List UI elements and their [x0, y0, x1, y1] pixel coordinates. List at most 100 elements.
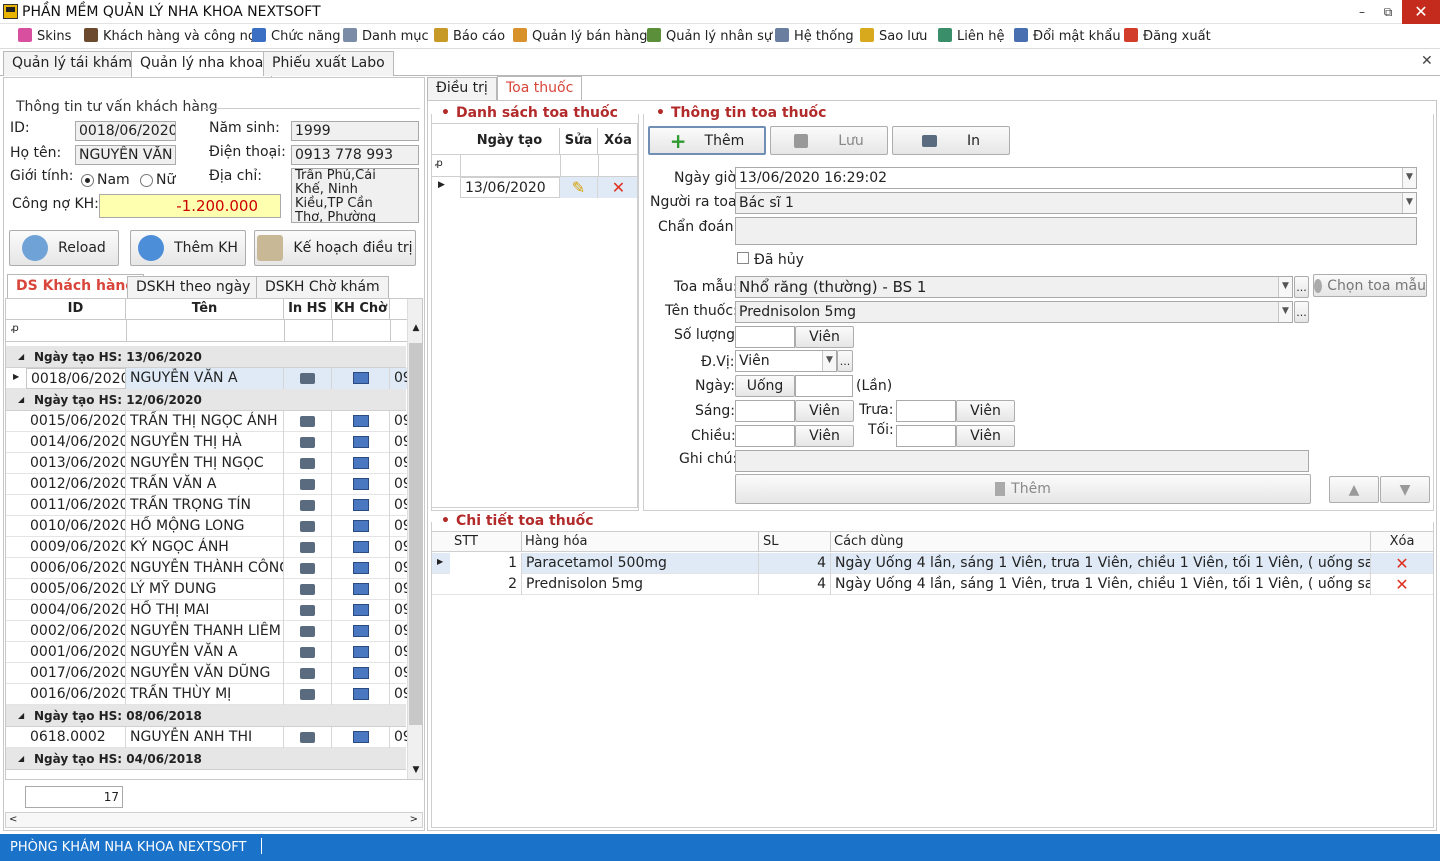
menu-key[interactable]: Đổi mật khẩu [1014, 28, 1121, 46]
rx-filter-row[interactable]: ꝓ [432, 154, 637, 177]
menu-gear[interactable]: Hệ thống [775, 28, 854, 46]
maximize-button[interactable]: ⧉ [1376, 3, 1400, 21]
table-row[interactable]: 0017/06/2020NGUYỄN VĂN DŨNG09 [6, 663, 410, 684]
morning-field[interactable] [735, 400, 795, 422]
route-button[interactable]: Uống [735, 375, 795, 397]
collapse-icon[interactable]: ◢ [18, 705, 24, 727]
treatment-plan-button[interactable]: Kế hoạch điều trị [254, 230, 416, 266]
waiting-list-icon[interactable] [332, 663, 390, 684]
template-field[interactable]: Nhổ răng (thường) - BS 1 ▼ [735, 276, 1293, 298]
table-row[interactable]: 0010/06/2020HỒ MỘNG LONG09 [6, 516, 410, 537]
col-kh-cho[interactable]: KH Chờ [332, 299, 390, 319]
menu-contact[interactable]: Liên hệ [938, 28, 1004, 46]
menu-staff[interactable]: Quản lý nhân sự [647, 28, 772, 46]
add-rx-button[interactable]: + Thêm [648, 126, 766, 155]
scroll-thumb[interactable] [409, 343, 422, 725]
close-tab-icon[interactable]: ✕ [1421, 53, 1433, 69]
waiting-list-icon[interactable] [332, 642, 390, 663]
menu-catalog[interactable]: Danh mục [343, 28, 429, 46]
group-row[interactable]: ◢ Ngày tạo HS: 04/06/2018 [6, 748, 406, 770]
times-per-day-field[interactable] [795, 375, 853, 397]
save-rx-button[interactable]: Lưu [770, 126, 888, 155]
tab-dskh-cho-kham[interactable]: DSKH Chờ khám [256, 276, 389, 298]
table-row[interactable]: 0005/06/2020LÝ MỸ DUNG09 [6, 579, 410, 600]
col-id[interactable]: ID [26, 299, 126, 319]
choose-template-button[interactable]: Chọn toa mẫu [1313, 274, 1427, 297]
tab-phieu-xuat-labo[interactable]: Phiếu xuất Labo [263, 51, 394, 76]
print-record-icon[interactable] [284, 453, 332, 474]
morning-unit-button[interactable]: Viên [795, 400, 854, 422]
collapse-icon[interactable]: ◢ [18, 748, 24, 770]
collapse-icon[interactable]: ◢ [18, 346, 24, 368]
qty-unit-button[interactable]: Viên [795, 326, 854, 348]
print-record-icon[interactable] [284, 684, 332, 705]
waiting-list-icon[interactable] [332, 600, 390, 621]
scroll-left-icon[interactable]: < [9, 814, 17, 825]
print-record-icon[interactable] [284, 663, 332, 684]
edit-pencil-icon[interactable]: ✎ [560, 177, 598, 198]
col-ten[interactable]: Tên [126, 299, 284, 319]
table-row[interactable]: 0016/06/2020TRẦN THÙY MỊ09 [6, 684, 410, 705]
waiting-list-icon[interactable] [332, 727, 390, 748]
print-record-icon[interactable] [284, 727, 332, 748]
print-record-icon[interactable] [284, 621, 332, 642]
night-unit-button[interactable]: Viên [956, 425, 1015, 447]
diagnosis-field[interactable] [735, 217, 1417, 245]
rx-detail-row[interactable]: ▶ 1 Paracetamol 500mg 4 Ngày Uống 4 lần, sán… [432, 553, 1433, 574]
scroll-right-icon[interactable]: > [410, 814, 418, 825]
group-row[interactable]: ◢ Ngày tạo HS: 08/06/2018 [6, 705, 406, 727]
table-row[interactable]: 0015/06/2020TRẦN THỊ NGỌC ÁNH09 [6, 411, 410, 432]
print-record-icon[interactable] [284, 579, 332, 600]
table-row[interactable]: 0618.0002NGUYỄN ANH THI09 [6, 727, 410, 748]
noon-field[interactable] [896, 400, 956, 422]
print-record-icon[interactable] [284, 558, 332, 579]
print-record-icon[interactable] [284, 495, 332, 516]
drug-field[interactable]: Prednisolon 5mg ▼ [735, 301, 1293, 323]
print-rx-button[interactable]: In [892, 126, 1010, 155]
tab-quan-ly-tai-kham[interactable]: Quản lý tái khám [3, 51, 142, 76]
group-row[interactable]: ◢ Ngày tạo HS: 13/06/2020 [6, 346, 406, 368]
night-field[interactable] [896, 425, 956, 447]
unit-more-button[interactable]: ... [837, 350, 853, 372]
table-row[interactable]: 0002/06/2020NGUYỄN THANH LIÊM09 [6, 621, 410, 642]
table-row[interactable]: 0013/06/2020NGUYỄN THỊ NGỌC09 [6, 453, 410, 474]
birth-field[interactable]: 1999 [291, 121, 419, 141]
rx-row[interactable]: ▶ 13/06/2020 ✎ ✕ [432, 177, 637, 198]
add-customer-button[interactable]: Thêm KH [130, 230, 246, 266]
table-row[interactable]: 0014/06/2020NGUYỄN THỊ HÀ09 [6, 432, 410, 453]
gender-male-radio[interactable] [81, 174, 94, 187]
print-record-icon[interactable] [284, 600, 332, 621]
collapse-icon[interactable]: ◢ [18, 389, 24, 411]
waiting-list-icon[interactable] [332, 368, 390, 389]
tab-dieu-tri[interactable]: Điều trị [427, 77, 497, 100]
waiting-list-icon[interactable] [332, 621, 390, 642]
waiting-list-icon[interactable] [332, 474, 390, 495]
table-row[interactable]: 0012/06/2020TRẦN VĂN A09 [6, 474, 410, 495]
waiting-list-icon[interactable] [332, 516, 390, 537]
delete-x-icon[interactable]: ✕ [1371, 574, 1433, 595]
print-record-icon[interactable] [284, 432, 332, 453]
id-field[interactable]: 0018/06/2020 [75, 121, 176, 141]
print-record-icon[interactable] [284, 642, 332, 663]
afternoon-unit-button[interactable]: Viên [795, 425, 854, 447]
menu-backup[interactable]: Sao lưu [860, 28, 927, 46]
waiting-list-icon[interactable] [332, 453, 390, 474]
table-row[interactable]: ▶0018/06/2020NGUYỄN VĂN A09 [6, 368, 410, 389]
tab-ds-khach-hang[interactable]: DS Khách hàng [7, 274, 145, 298]
gender-female-radio[interactable] [140, 174, 153, 187]
move-down-button[interactable]: ▼ [1380, 476, 1430, 503]
afternoon-field[interactable] [735, 425, 795, 447]
delete-x-icon[interactable]: ✕ [598, 177, 637, 198]
group-row[interactable]: ◢ Ngày tạo HS: 12/06/2020 [6, 389, 406, 411]
noon-unit-button[interactable]: Viên [956, 400, 1015, 422]
print-record-icon[interactable] [284, 411, 332, 432]
col-in-hs[interactable]: In HS [284, 299, 332, 319]
tab-toa-thuoc[interactable]: Toa thuốc [497, 76, 583, 101]
table-row[interactable]: 0009/06/2020KÝ NGỌC ÁNH09 [6, 537, 410, 558]
close-button[interactable]: ✕ [1402, 0, 1440, 24]
customer-filter-row[interactable]: ꝓ [6, 320, 422, 342]
menu-skins[interactable]: Skins [18, 28, 71, 46]
print-record-icon[interactable] [284, 368, 332, 389]
waiting-list-icon[interactable] [332, 495, 390, 516]
print-record-icon[interactable] [284, 516, 332, 537]
